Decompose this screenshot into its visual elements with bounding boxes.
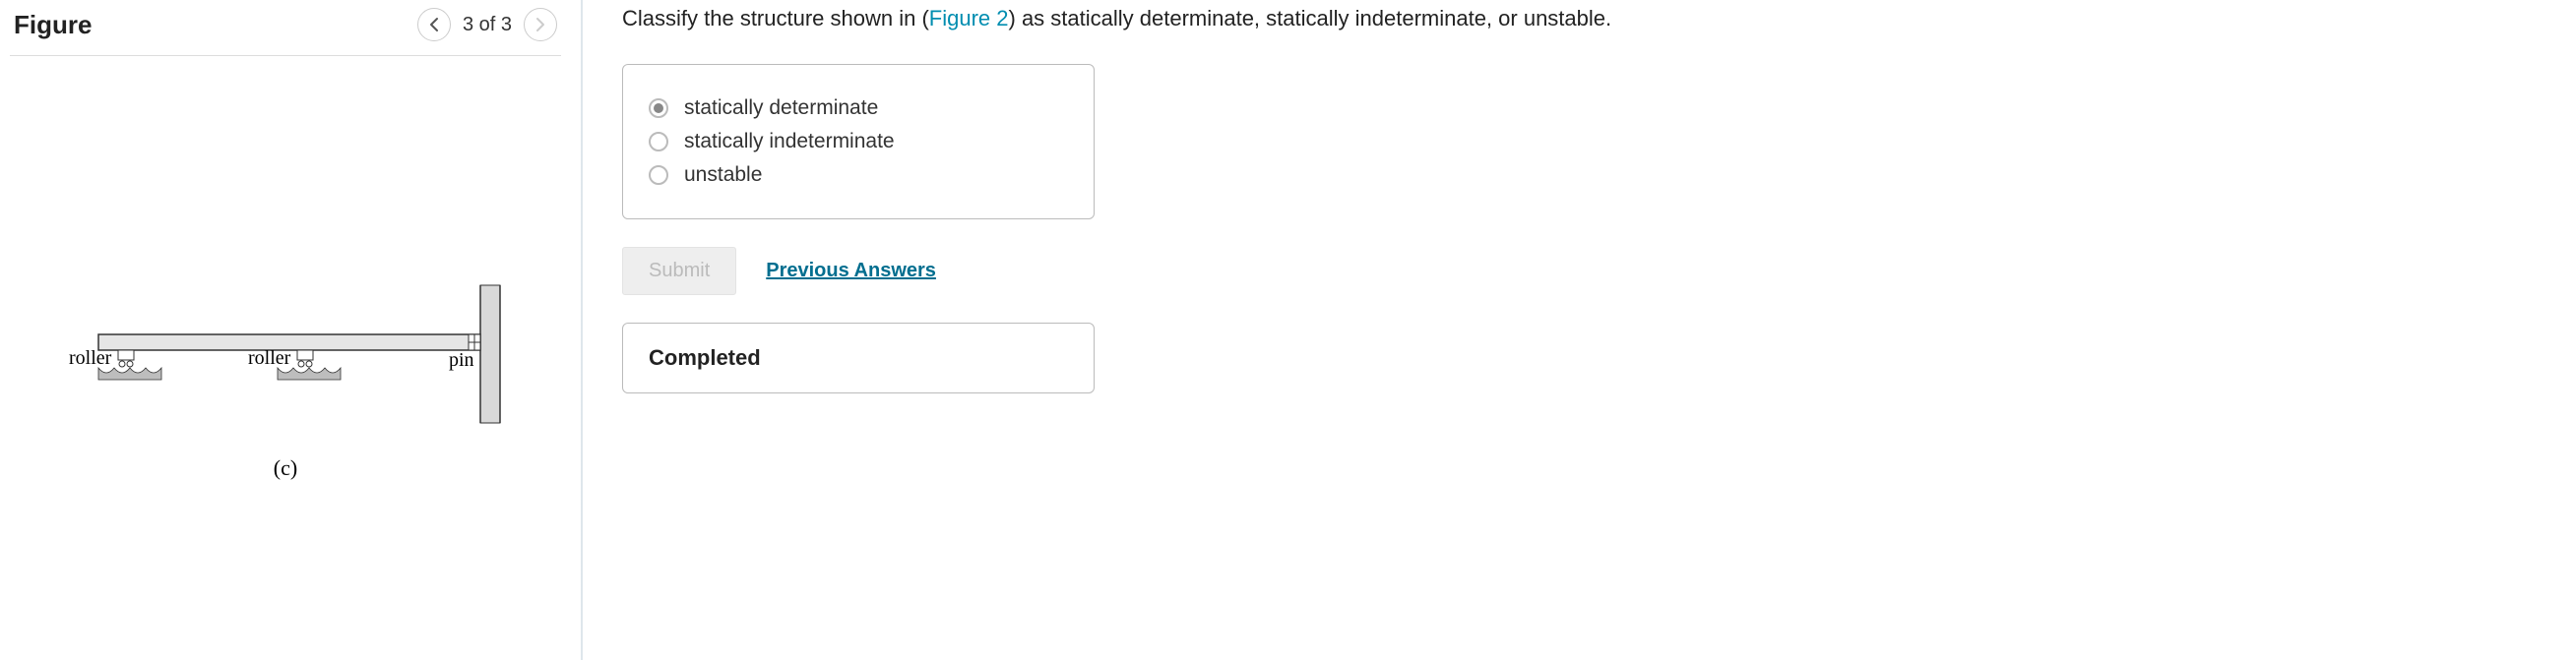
radio-icon — [649, 165, 668, 185]
figure-header: Figure 3 of 3 — [10, 0, 561, 56]
pager-prev-button[interactable] — [417, 8, 451, 41]
submit-button[interactable]: Submit — [622, 247, 736, 295]
question-text: Classify the structure shown in (Figure … — [622, 4, 2551, 34]
figure-body: roller roller pin (c) — [10, 56, 561, 660]
question-suffix: ) as statically determinate, statically … — [1009, 6, 1612, 30]
figure-title: Figure — [14, 10, 92, 40]
pager-label: 3 of 3 — [463, 14, 512, 36]
radio-icon — [649, 98, 668, 118]
panel-divider — [581, 0, 583, 660]
question-panel: Classify the structure shown in (Figure … — [622, 0, 2571, 660]
option-unstable[interactable]: unstable — [649, 163, 1068, 187]
option-label: statically determinate — [684, 96, 878, 120]
figure-link[interactable]: Figure 2 — [929, 6, 1009, 30]
structure-diagram: roller roller pin (c) — [59, 275, 512, 481]
pager-next-button[interactable] — [524, 8, 557, 41]
option-determinate[interactable]: statically determinate — [649, 96, 1068, 120]
roller-b-label: roller — [248, 347, 291, 369]
figure-caption: (c) — [59, 455, 512, 481]
action-row: Submit Previous Answers — [622, 247, 2551, 295]
previous-answers-link[interactable]: Previous Answers — [766, 260, 936, 282]
roller-a-label: roller — [69, 347, 112, 369]
question-prefix: Classify the structure shown in ( — [622, 6, 929, 30]
figure-panel: Figure 3 of 3 — [0, 0, 571, 660]
chevron-right-icon — [534, 17, 546, 32]
radio-icon — [649, 132, 668, 151]
options-box: statically determinate statically indete… — [622, 64, 1095, 219]
figure-pager: 3 of 3 — [417, 8, 557, 41]
chevron-left-icon — [428, 17, 440, 32]
status-box: Completed — [622, 323, 1095, 393]
option-indeterminate[interactable]: statically indeterminate — [649, 130, 1068, 153]
option-label: unstable — [684, 163, 762, 187]
option-label: statically indeterminate — [684, 130, 895, 153]
status-label: Completed — [649, 345, 761, 370]
pin-label: pin — [449, 349, 474, 371]
